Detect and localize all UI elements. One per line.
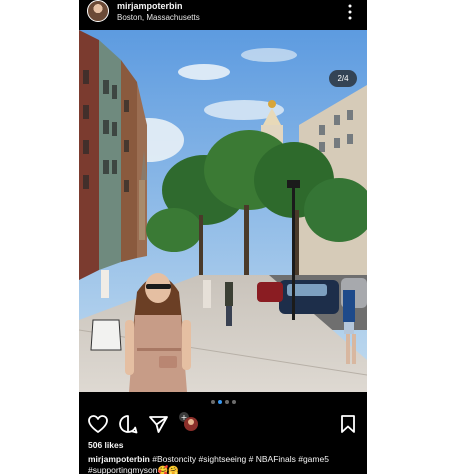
carousel-dot-active (217, 400, 222, 404)
story-avatar-icon: + (177, 410, 199, 432)
caption: mirjampoterbin #Bostoncity #sightseeing … (88, 454, 360, 474)
carousel-dot (224, 400, 229, 404)
heart-icon[interactable] (87, 413, 109, 435)
post-photo[interactable]: 2/4 (79, 30, 367, 392)
caption-username[interactable]: mirjampoterbin (88, 454, 150, 464)
carousel-dot (210, 400, 215, 404)
action-bar: + (79, 410, 367, 436)
avatar[interactable] (87, 0, 109, 22)
carousel-dot (231, 400, 236, 404)
comment-icon[interactable] (117, 413, 139, 435)
more-options-icon[interactable] (341, 2, 359, 22)
location-label[interactable]: Boston, Massachusetts (117, 13, 200, 22)
instagram-post: mirjampoterbin Boston, Massachusetts 2/4… (79, 0, 367, 474)
street-scene-image (79, 30, 367, 392)
username[interactable]: mirjampoterbin (117, 1, 183, 11)
carousel-counter: 2/4 (329, 70, 357, 87)
bookmark-icon[interactable] (337, 413, 359, 435)
caption-emoji: 🥰🤗 (157, 465, 179, 474)
send-icon[interactable] (147, 413, 169, 435)
carousel-indicator (79, 400, 367, 406)
post-header: mirjampoterbin Boston, Massachusetts (79, 0, 367, 30)
like-count[interactable]: 506 likes (88, 440, 123, 450)
